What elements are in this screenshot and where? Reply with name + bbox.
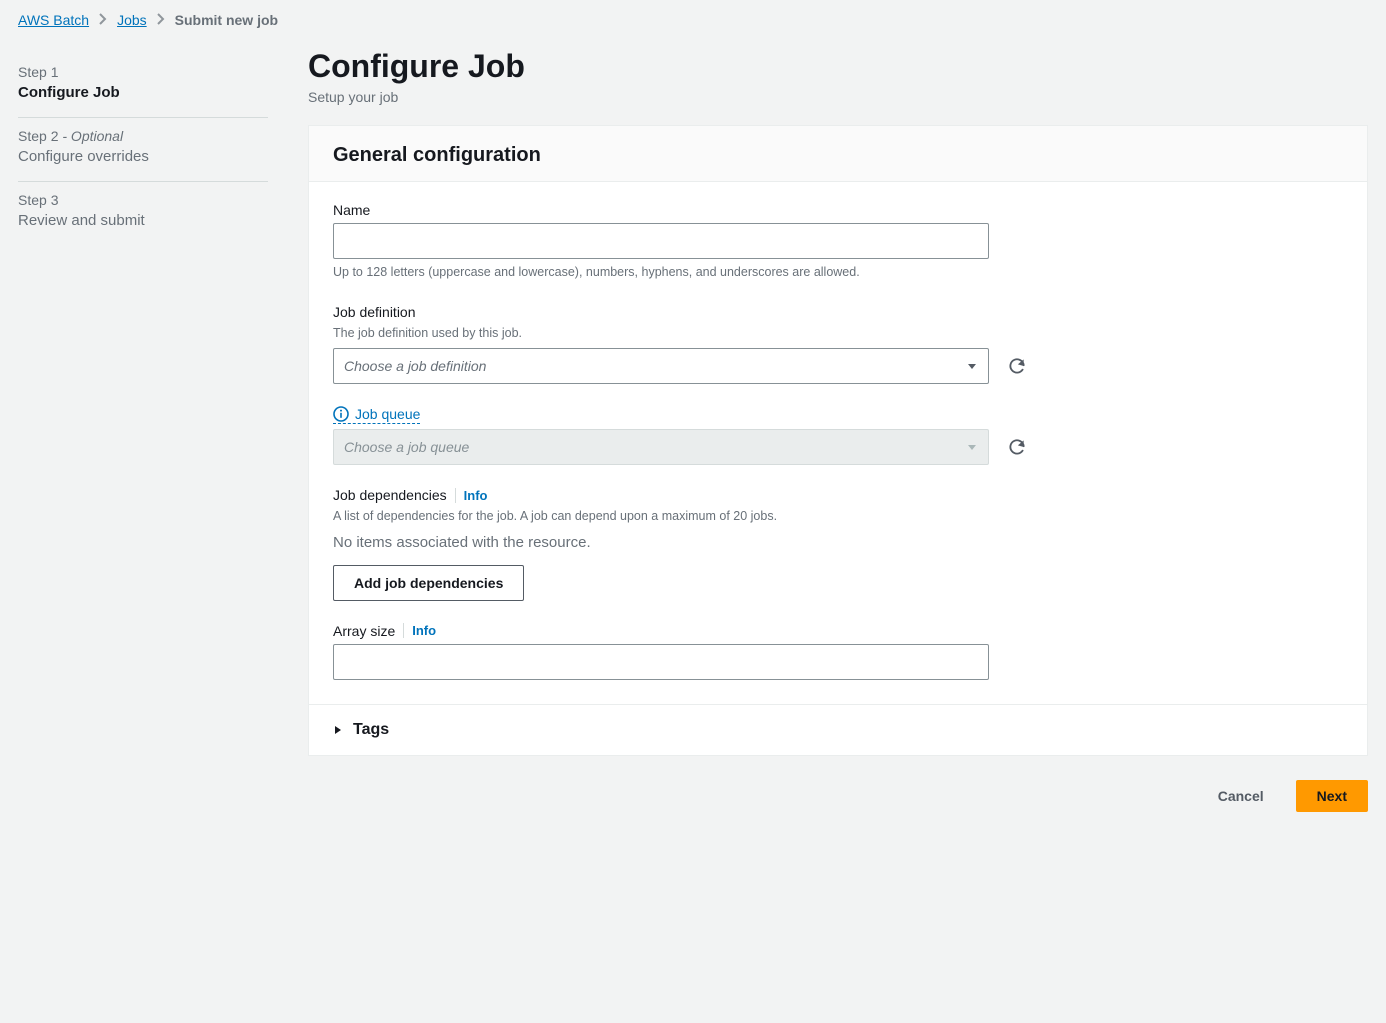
name-label: Name bbox=[333, 202, 1033, 218]
next-button[interactable]: Next bbox=[1296, 780, 1368, 812]
step-3[interactable]: Step 3 Review and submit bbox=[18, 182, 268, 245]
step-num: Step 1 bbox=[18, 64, 58, 80]
step-num: Step 3 bbox=[18, 192, 58, 208]
deps-hint: A list of dependencies for the job. A jo… bbox=[333, 508, 1033, 526]
chevron-right-icon bbox=[157, 12, 165, 28]
steps-sidebar: Step 1 Configure Job Step 2 - Optional C… bbox=[18, 48, 268, 812]
breadcrumb-current: Submit new job bbox=[175, 12, 278, 28]
jobdef-hint: The job definition used by this job. bbox=[333, 325, 1033, 343]
jobdef-placeholder: Choose a job definition bbox=[344, 358, 486, 374]
arraysize-label: Array size bbox=[333, 623, 395, 639]
page-subtitle: Setup your job bbox=[308, 89, 1368, 105]
jobqueue-select: Choose a job queue bbox=[333, 429, 989, 465]
step-title: Configure overrides bbox=[18, 148, 268, 165]
panel-header: General configuration bbox=[333, 144, 1343, 167]
jobdef-label: Job definition bbox=[333, 304, 1033, 320]
step-title: Configure Job bbox=[18, 84, 268, 101]
breadcrumb-link-jobs[interactable]: Jobs bbox=[117, 12, 147, 28]
deps-label: Job dependencies bbox=[333, 487, 447, 503]
jobqueue-refresh-button[interactable] bbox=[1007, 436, 1029, 458]
name-hint: Up to 128 letters (uppercase and lowerca… bbox=[333, 264, 1033, 282]
cancel-button[interactable]: Cancel bbox=[1198, 780, 1284, 812]
name-input[interactable] bbox=[333, 223, 989, 259]
add-dependencies-button[interactable]: Add job dependencies bbox=[333, 565, 524, 601]
deps-empty: No items associated with the resource. bbox=[333, 534, 1033, 551]
jobqueue-placeholder: Choose a job queue bbox=[344, 439, 469, 455]
jobqueue-label-link[interactable]: Job queue bbox=[333, 406, 420, 424]
step-2[interactable]: Step 2 - Optional Configure overrides bbox=[18, 118, 268, 182]
jobdef-refresh-button[interactable] bbox=[1007, 355, 1029, 377]
arraysize-info-link[interactable]: Info bbox=[403, 623, 436, 638]
breadcrumb-link-aws-batch[interactable]: AWS Batch bbox=[18, 12, 89, 28]
deps-info-link[interactable]: Info bbox=[455, 488, 488, 503]
caret-down-icon bbox=[966, 441, 978, 453]
panel-general-config: General configuration Name Up to 128 let… bbox=[308, 125, 1368, 756]
tags-label: Tags bbox=[353, 721, 389, 739]
caret-right-icon bbox=[333, 725, 343, 735]
step-num: Step 2 bbox=[18, 128, 58, 144]
page-title: Configure Job bbox=[308, 48, 1368, 85]
wizard-footer: Cancel Next bbox=[308, 776, 1368, 812]
arraysize-input[interactable] bbox=[333, 644, 989, 680]
tags-toggle[interactable]: Tags bbox=[333, 721, 1343, 739]
step-title: Review and submit bbox=[18, 212, 268, 229]
step-1[interactable]: Step 1 Configure Job bbox=[18, 54, 268, 118]
chevron-right-icon bbox=[99, 12, 107, 28]
info-icon bbox=[333, 406, 349, 422]
jobdef-select[interactable]: Choose a job definition bbox=[333, 348, 989, 384]
breadcrumb: AWS Batch Jobs Submit new job bbox=[18, 12, 1368, 28]
caret-down-icon bbox=[966, 360, 978, 372]
